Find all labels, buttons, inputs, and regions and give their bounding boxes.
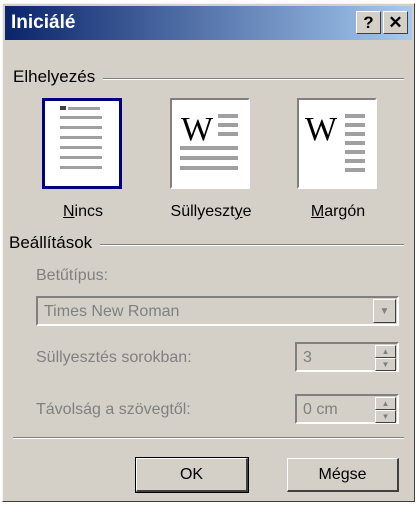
label-accesskey: M <box>310 203 325 220</box>
cancel-button-label: Mégse <box>318 465 367 483</box>
no-dropcap-icon <box>60 106 102 169</box>
distance-value: 0 cm <box>303 401 338 418</box>
dialog-title: Iniciálé <box>11 12 76 33</box>
spin-up-icon[interactable]: ▲ <box>375 397 396 410</box>
lines-stepper[interactable]: 3 ▲ ▼ <box>295 342 399 372</box>
font-select-value: Times New Roman <box>44 303 180 320</box>
label-part: e <box>242 203 252 220</box>
title-bar[interactable]: Iniciálé ? ✕ <box>5 6 412 40</box>
distance-stepper[interactable]: 0 cm ▲ ▼ <box>295 394 399 424</box>
help-button[interactable]: ? <box>356 11 381 34</box>
svg-text:W: W <box>181 111 214 148</box>
spin-down-icon[interactable]: ▼ <box>375 358 396 371</box>
spin-down-icon[interactable]: ▼ <box>375 410 396 423</box>
placement-group-label: Elhelyezés <box>13 67 104 87</box>
label-accesskey: N <box>62 203 75 220</box>
font-select[interactable]: Times New Roman ▼ <box>36 296 399 326</box>
button-separator <box>13 437 404 439</box>
close-button[interactable]: ✕ <box>383 11 408 34</box>
cancel-button[interactable]: Mégse <box>287 458 399 492</box>
dropped-w-icon: W <box>180 111 238 170</box>
label-part: argón <box>324 203 366 220</box>
lines-value: 3 <box>303 349 312 366</box>
label-part: incs <box>74 203 103 220</box>
margin-w-icon: W <box>305 111 365 172</box>
label-part: Süllyeszt <box>170 203 235 220</box>
label-accesskey: y <box>234 203 243 220</box>
close-icon: ✕ <box>388 12 403 32</box>
placement-margin-label[interactable]: Margón <box>301 203 375 221</box>
placement-margin-option[interactable]: W <box>297 98 377 189</box>
chevron-down-icon[interactable]: ▼ <box>373 299 396 323</box>
spin-up-icon[interactable]: ▲ <box>375 345 396 358</box>
svg-text:W: W <box>305 111 338 148</box>
placement-none-label[interactable]: Nincs <box>53 203 113 221</box>
question-icon: ? <box>363 12 374 32</box>
ok-button-label: OK <box>179 465 204 483</box>
placement-dropped-label[interactable]: Süllyesztye <box>163 203 259 221</box>
placement-dropped-option[interactable]: W <box>170 98 250 189</box>
distance-label: Távolság a szövegtől: <box>36 401 191 418</box>
dropcap-dialog: Iniciálé ? ✕ Elhelyezés W W Nincs Süllye… <box>2 3 415 502</box>
placement-none-option[interactable] <box>42 98 122 189</box>
lines-label: Süllyesztés sorokban: <box>36 349 192 366</box>
ok-button[interactable]: OK <box>135 457 249 493</box>
font-label: Betűtípus: <box>36 267 109 284</box>
settings-group-label: Beállítások <box>9 233 101 253</box>
